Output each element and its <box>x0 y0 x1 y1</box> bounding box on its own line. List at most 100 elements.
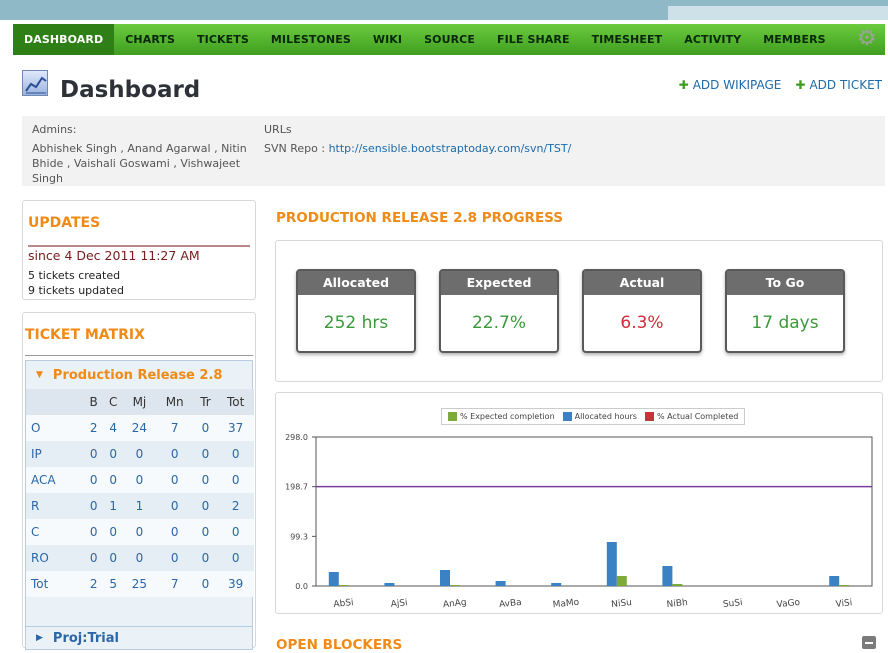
chart-bar <box>450 585 460 586</box>
release-accordion: ▼ Production Release 2.8 B C Mj Mn Tr Tot O 2 4 2… <box>25 360 254 628</box>
matrix-cell[interactable]: 7 <box>155 571 194 597</box>
legend-swatch <box>644 412 654 421</box>
ticket-matrix-title: TICKET MATRIX <box>25 327 145 343</box>
table-row: R011002 <box>26 493 254 519</box>
matrix-cell[interactable]: 0 <box>123 467 156 493</box>
x-tick-label: NiSu <box>611 598 633 610</box>
matrix-cell[interactable]: 1 <box>123 493 156 519</box>
y-tick-label: 0.0 <box>295 582 308 591</box>
nav-item-tickets[interactable]: TICKETS <box>186 24 260 55</box>
matrix-cell[interactable]: 2 <box>217 493 254 519</box>
legend-item[interactable]: % Expected completion <box>448 412 555 421</box>
add-wikipage-link[interactable]: ✚ ADD WIKIPAGE <box>679 78 782 92</box>
matrix-cell[interactable]: 5 <box>103 571 124 597</box>
matrix-cell[interactable]: 0 <box>193 545 218 571</box>
progress-title: PRODUCTION RELEASE 2.8 PROGRESS <box>276 210 564 226</box>
matrix-cell[interactable]: 0 <box>155 519 194 545</box>
release-accordion-header[interactable]: ▼ Production Release 2.8 <box>26 361 252 389</box>
matrix-cell[interactable]: 0 <box>193 571 218 597</box>
admins-list: Abhishek Singh , Anand Agarwal , Nitin B… <box>32 142 247 185</box>
progress-card-to-go: To Go 17 days <box>725 269 845 353</box>
matrix-row-label[interactable]: C <box>26 519 84 545</box>
matrix-cell[interactable]: 37 <box>217 415 254 441</box>
nav-item-charts[interactable]: CHARTS <box>114 24 186 55</box>
matrix-cell[interactable]: 0 <box>103 467 124 493</box>
add-ticket-link[interactable]: ✚ ADD TICKET <box>795 78 882 92</box>
nav-item-source[interactable]: SOURCE <box>413 24 486 55</box>
matrix-cell[interactable]: 0 <box>103 441 124 467</box>
table-row: Tot 2 5 25 7 0 39 <box>26 571 254 597</box>
hours-chart-panel: % Expected completion Allocated hours % Ac… <box>275 392 883 614</box>
nav-item-dashboard[interactable]: DASHBOARD <box>13 24 115 55</box>
updates-panel: UPDATES since 4 Dec 2011 11:27 AM 5 tick… <box>22 200 256 300</box>
x-tick-label: VaGo <box>776 598 801 610</box>
matrix-cell[interactable]: 0 <box>83 493 104 519</box>
matrix-cell[interactable]: 0 <box>193 493 218 519</box>
matrix-cell[interactable]: 24 <box>123 415 156 441</box>
matrix-cell[interactable]: 0 <box>155 493 194 519</box>
matrix-cell[interactable]: 0 <box>123 545 156 571</box>
matrix-cell[interactable]: 0 <box>83 467 104 493</box>
nav-item-wiki[interactable]: WIKI <box>362 24 413 55</box>
chart-icon <box>22 70 48 96</box>
matrix-row-label[interactable]: IP <box>26 441 84 467</box>
chart-bar <box>495 581 506 586</box>
matrix-cell[interactable]: 0 <box>193 467 218 493</box>
matrix-cell[interactable]: 0 <box>217 545 254 571</box>
matrix-cell[interactable]: 0 <box>83 545 104 571</box>
matrix-cell[interactable]: 0 <box>123 519 156 545</box>
add-wikipage-label: ADD WIKIPAGE <box>692 78 782 92</box>
project-accordion-header[interactable]: ▶ Proj:Trial <box>25 626 253 650</box>
matrix-row-label[interactable]: O <box>26 415 84 441</box>
matrix-cell[interactable]: 0 <box>83 441 104 467</box>
matrix-row-label[interactable]: Tot <box>26 571 84 597</box>
legend-item[interactable]: Allocated hours <box>562 412 637 421</box>
matrix-cell[interactable]: 4 <box>103 415 124 441</box>
svn-url-link[interactable]: http://sensible.bootstraptoday.com/svn/T… <box>329 142 572 155</box>
matrix-cell[interactable]: 0 <box>193 415 218 441</box>
chart-bar <box>606 542 617 586</box>
matrix-cell[interactable]: 0 <box>155 545 194 571</box>
gear-icon[interactable]: ⚙ <box>857 28 879 50</box>
chart-bar <box>440 570 450 586</box>
matrix-cell[interactable]: 2 <box>83 415 104 441</box>
chart-bar <box>829 576 840 586</box>
matrix-cell[interactable]: 0 <box>217 467 254 493</box>
matrix-cell[interactable]: 1 <box>103 493 124 519</box>
matrix-cell[interactable]: 7 <box>155 415 194 441</box>
matrix-row-label[interactable]: ACA <box>26 467 84 493</box>
plot-area <box>315 436 873 587</box>
matrix-cell[interactable]: 0 <box>83 519 104 545</box>
matrix-column-header: Mn <box>155 389 194 415</box>
nav-item-file-share[interactable]: FILE SHARE <box>486 24 581 55</box>
matrix-row-label[interactable]: R <box>26 493 84 519</box>
matrix-cell[interactable]: 0 <box>123 441 156 467</box>
add-ticket-label: ADD TICKET <box>809 78 882 92</box>
matrix-cell[interactable]: 0 <box>193 441 218 467</box>
matrix-cell[interactable]: 39 <box>217 571 254 597</box>
matrix-cell[interactable]: 2 <box>83 571 104 597</box>
matrix-column-header <box>26 389 84 415</box>
matrix-row-label[interactable]: RO <box>26 545 84 571</box>
x-tick-label: NiBh <box>666 598 688 610</box>
tickets-updated: 9 tickets updated <box>28 284 124 297</box>
svn-label: SVN Repo : <box>264 142 326 155</box>
chart-bar <box>551 583 562 586</box>
y-tick-label: 99.3 <box>290 532 308 541</box>
nav-item-milestones[interactable]: MILESTONES <box>260 24 362 55</box>
minimize-icon[interactable] <box>862 636 876 649</box>
nav-item-activity[interactable]: ACTIVITY <box>673 24 752 55</box>
legend-item[interactable]: % Actual Completed <box>644 412 738 421</box>
matrix-cell[interactable]: 25 <box>123 571 156 597</box>
matrix-cell[interactable]: 0 <box>217 519 254 545</box>
nav-item-members[interactable]: MEMBERS <box>752 24 836 55</box>
legend-label: % Expected completion <box>460 412 555 421</box>
matrix-cell[interactable]: 0 <box>217 441 254 467</box>
matrix-cell[interactable]: 0 <box>155 467 194 493</box>
nav-item-timesheet[interactable]: TIMESHEET <box>581 24 674 55</box>
matrix-cell[interactable]: 0 <box>103 545 124 571</box>
matrix-cell[interactable]: 0 <box>193 519 218 545</box>
matrix-cell[interactable]: 0 <box>103 519 124 545</box>
matrix-cell[interactable]: 0 <box>155 441 194 467</box>
progress-card-value: 17 days <box>751 313 819 333</box>
